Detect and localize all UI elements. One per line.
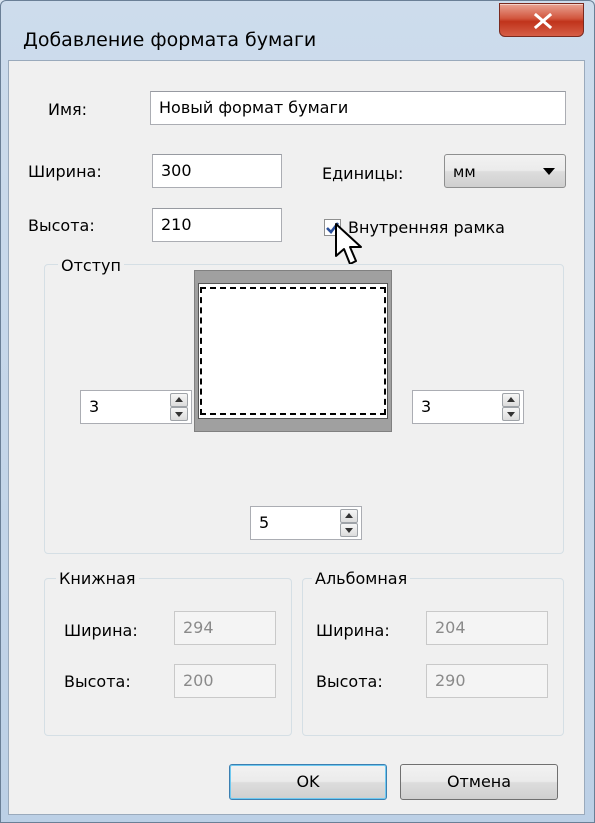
portrait-group-title: Книжная <box>56 569 139 588</box>
margin-bottom-value: 5 <box>259 513 270 532</box>
dialog-title: Добавление формата бумаги <box>23 29 317 51</box>
margin-right-spinner[interactable]: 3 <box>412 390 524 424</box>
spin-down-icon[interactable] <box>340 523 358 537</box>
spin-down-icon[interactable] <box>170 407 188 421</box>
margin-bottom-spinner[interactable]: 5 <box>250 506 362 540</box>
portrait-height-field: 200 <box>174 664 276 698</box>
units-value: мм <box>453 163 476 181</box>
margin-preview-frame <box>200 287 386 415</box>
margins-group-title: Отступ <box>58 256 124 275</box>
landscape-height-field: 290 <box>426 664 548 698</box>
landscape-group-title: Альбомная <box>312 569 411 588</box>
chevron-down-icon <box>543 168 555 175</box>
height-label: Высота: <box>28 216 95 235</box>
landscape-width-label: Ширина: <box>316 621 390 640</box>
portrait-group <box>44 578 292 736</box>
spin-up-icon[interactable] <box>340 509 358 523</box>
portrait-height-label: Высота: <box>64 672 131 691</box>
close-icon <box>533 13 553 29</box>
ok-button[interactable]: OK <box>229 764 387 800</box>
spin-up-icon[interactable] <box>502 393 520 407</box>
mouse-cursor-icon <box>335 223 362 265</box>
height-field[interactable]: 210 <box>152 208 282 242</box>
units-select[interactable]: мм <box>444 154 566 188</box>
title-bar[interactable]: Добавление формата бумаги <box>1 1 594 61</box>
spin-up-icon[interactable] <box>170 393 188 407</box>
margin-left-value: 3 <box>89 397 100 416</box>
portrait-width-field: 294 <box>174 611 276 645</box>
width-label: Ширина: <box>28 162 102 181</box>
margin-right-value: 3 <box>421 397 432 416</box>
inner-frame-label[interactable]: Внутренняя рамка <box>348 218 505 237</box>
units-label: Единицы: <box>322 164 404 183</box>
close-button[interactable] <box>499 3 584 37</box>
spin-down-icon[interactable] <box>502 407 520 421</box>
landscape-height-label: Высота: <box>316 672 383 691</box>
name-field[interactable]: Новый формат бумаги <box>150 91 566 125</box>
width-field[interactable]: 300 <box>152 154 282 188</box>
name-label: Имя: <box>48 100 88 119</box>
portrait-width-label: Ширина: <box>64 621 138 640</box>
landscape-width-field: 204 <box>426 611 548 645</box>
cancel-button[interactable]: Отмена <box>400 764 558 800</box>
landscape-group <box>302 578 564 736</box>
margin-left-spinner[interactable]: 3 <box>80 390 192 424</box>
